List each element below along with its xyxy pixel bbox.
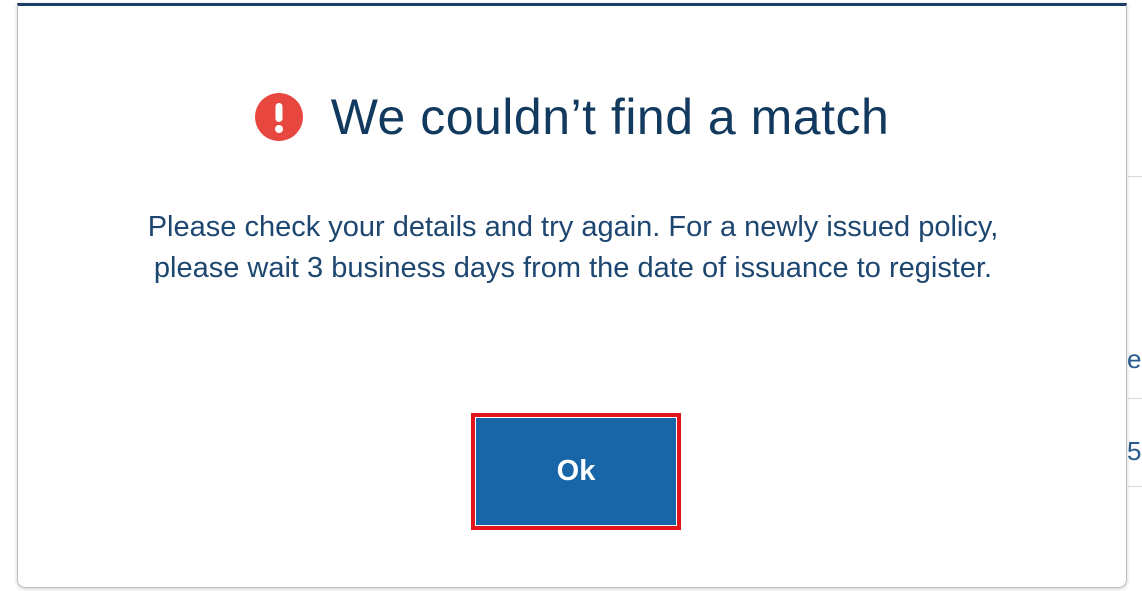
ok-button[interactable]: Ok bbox=[476, 418, 676, 525]
dialog-message: Please check your details and try again.… bbox=[147, 211, 999, 284]
background-divider bbox=[1128, 398, 1142, 399]
background-text-fragment: e bbox=[1127, 344, 1142, 374]
background-divider bbox=[1128, 176, 1142, 177]
background-divider bbox=[1128, 486, 1142, 487]
dialog-heading: We couldn’t find a match bbox=[18, 88, 1126, 146]
exclamation-circle-icon bbox=[254, 93, 303, 141]
no-match-dialog: We couldn’t find a match Please check yo… bbox=[17, 3, 1127, 588]
background-page-edge bbox=[1128, 0, 1142, 591]
background-text-fragment: 5 bbox=[1127, 436, 1142, 466]
dialog-title: We couldn’t find a match bbox=[330, 89, 890, 145]
page: e 5 We couldn’t find a match Please chec… bbox=[0, 0, 1142, 591]
